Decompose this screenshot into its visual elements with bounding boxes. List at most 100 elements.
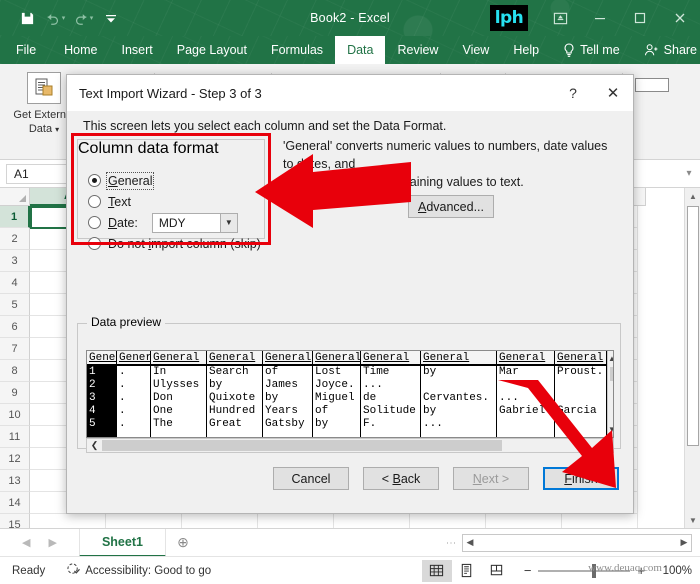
previous-sheet-icon[interactable]: ◀ bbox=[22, 536, 30, 549]
preview-column-header-6[interactable]: General bbox=[361, 351, 421, 364]
worksheet-horizontal-scrollbar[interactable]: ◀ ▶ bbox=[462, 533, 692, 552]
tell-me-button[interactable]: Tell me bbox=[551, 36, 632, 64]
select-all-corner[interactable] bbox=[0, 188, 30, 206]
preview-column-header-7[interactable]: General bbox=[421, 351, 497, 364]
row-header-6[interactable]: 6 bbox=[0, 316, 30, 338]
preview-vertical-thumb[interactable] bbox=[610, 367, 613, 381]
zoom-slider[interactable] bbox=[538, 563, 631, 578]
cell-A15[interactable] bbox=[30, 514, 106, 528]
customize-qat-icon[interactable] bbox=[98, 5, 124, 31]
scroll-right-icon[interactable]: ▶ bbox=[677, 535, 691, 551]
row-header-5[interactable]: 5 bbox=[0, 294, 30, 316]
preview-column-3[interactable]: Search by Quixote Hundred Great bbox=[207, 366, 263, 437]
scroll-down-icon[interactable]: ▼ bbox=[685, 512, 700, 528]
row-header-8[interactable]: 8 bbox=[0, 360, 30, 382]
ribbon-command-7[interactable] bbox=[629, 72, 681, 94]
ribbon-tab-formulas[interactable]: Formulas bbox=[259, 36, 335, 64]
cell-D15[interactable] bbox=[258, 514, 334, 528]
add-sheet-icon[interactable]: ⊕ bbox=[166, 534, 200, 551]
dialog-help-icon[interactable]: ? bbox=[553, 75, 593, 111]
ribbon-tab-insert[interactable]: Insert bbox=[110, 36, 165, 64]
preview-column-0[interactable]: 12345 bbox=[87, 366, 117, 437]
row-header-10[interactable]: 10 bbox=[0, 404, 30, 426]
tab-split-handle[interactable]: ⋮ bbox=[445, 538, 456, 548]
redo-icon[interactable]: ▾ bbox=[70, 5, 96, 31]
preview-column-header-9[interactable]: General bbox=[555, 351, 607, 364]
radio-date-icon[interactable] bbox=[88, 216, 101, 229]
worksheet-row[interactable] bbox=[30, 514, 638, 528]
ribbon-display-options-icon[interactable] bbox=[540, 0, 580, 36]
cancel-button[interactable]: Cancel bbox=[273, 467, 349, 490]
row-header-12[interactable]: 12 bbox=[0, 448, 30, 470]
preview-column-header-0[interactable]: General bbox=[87, 351, 117, 364]
radio-option-text[interactable]: Text bbox=[78, 191, 264, 212]
scroll-up-icon[interactable]: ▲ bbox=[685, 188, 700, 204]
accessibility-status[interactable]: Accessibility: Good to go bbox=[67, 562, 211, 579]
ribbon-tab-data[interactable]: Data bbox=[335, 36, 386, 64]
ribbon-tab-home[interactable]: Home bbox=[52, 36, 109, 64]
data-preview-rows[interactable]: 1 2 3 4 5..... In Ulysses Don One The Search by Quix… bbox=[87, 366, 607, 437]
preview-column-5[interactable]: Lost Joyce. Miguel of by bbox=[313, 366, 361, 437]
preview-column-header-3[interactable]: General bbox=[207, 351, 263, 364]
quick-access-toolbar[interactable]: ▾ ▾ bbox=[0, 5, 124, 31]
minimize-button[interactable] bbox=[580, 0, 620, 36]
cell-H15[interactable] bbox=[562, 514, 638, 528]
get-external-data-icon[interactable] bbox=[27, 72, 61, 104]
row-header-11[interactable]: 11 bbox=[0, 426, 30, 448]
radio-option-general[interactable]: General bbox=[78, 170, 264, 191]
zoom-out-icon[interactable]: − bbox=[524, 563, 532, 578]
radio-option-skip[interactable]: Do not import column (skip) bbox=[78, 233, 264, 254]
zoom-in-icon[interactable]: + bbox=[637, 563, 645, 578]
ribbon-tab-help[interactable]: Help bbox=[501, 36, 551, 64]
zoom-percentage[interactable]: 100% bbox=[652, 565, 692, 577]
radio-option-date[interactable]: Date: MDY ▼ bbox=[78, 212, 264, 233]
row-header-4[interactable]: 4 bbox=[0, 272, 30, 294]
row-header-13[interactable]: 13 bbox=[0, 470, 30, 492]
chevron-down-icon[interactable]: ▾ bbox=[55, 125, 59, 134]
back-button[interactable]: < Back bbox=[363, 467, 439, 490]
preview-column-7[interactable]: by Cervantes. by... bbox=[421, 366, 497, 437]
preview-column-2[interactable]: In Ulysses Don One The bbox=[151, 366, 207, 437]
expand-formula-bar-icon[interactable]: ▾ bbox=[678, 168, 700, 179]
preview-scroll-right-icon[interactable]: ❯ bbox=[598, 439, 613, 452]
row-header-14[interactable]: 14 bbox=[0, 492, 30, 514]
sheet-nav-arrows[interactable]: ◀ ▶ bbox=[0, 536, 79, 549]
row-header-7[interactable]: 7 bbox=[0, 338, 30, 360]
ribbon-tab-file[interactable]: File bbox=[0, 36, 52, 64]
radio-skip-icon[interactable] bbox=[88, 237, 101, 250]
ribbon-tab-view[interactable]: View bbox=[450, 36, 501, 64]
preview-horizontal-thumb[interactable] bbox=[102, 440, 502, 451]
vertical-scroll-thumb[interactable] bbox=[687, 206, 699, 446]
zoom-control[interactable]: − + 100% bbox=[524, 563, 692, 578]
radio-text-icon[interactable] bbox=[88, 195, 101, 208]
preview-column-1[interactable]: ..... bbox=[117, 366, 151, 437]
cell-G15[interactable] bbox=[486, 514, 562, 528]
normal-view-icon[interactable] bbox=[421, 559, 452, 582]
preview-column-header-8[interactable]: General bbox=[497, 351, 555, 364]
radio-general-icon[interactable] bbox=[88, 174, 101, 187]
page-layout-view-icon[interactable] bbox=[452, 560, 482, 582]
date-format-select[interactable]: MDY ▼ bbox=[151, 212, 238, 233]
advanced-button[interactable]: Advanced... bbox=[408, 195, 494, 218]
preview-scroll-up-icon[interactable]: ▲ bbox=[608, 351, 613, 366]
row-header-15[interactable]: 15 bbox=[0, 514, 30, 528]
row-header-3[interactable]: 3 bbox=[0, 250, 30, 272]
scroll-left-icon[interactable]: ◀ bbox=[463, 535, 477, 551]
data-preview-table-container[interactable]: GeneralGeneralGeneralGeneralGeneralGener… bbox=[86, 350, 614, 438]
preview-column-6[interactable]: Time... de Solitude F. bbox=[361, 366, 421, 437]
data-preview-vertical-scrollbar[interactable]: ▲ ▼ bbox=[607, 351, 613, 437]
share-button[interactable]: Share bbox=[632, 36, 700, 64]
preview-column-header-4[interactable]: General bbox=[263, 351, 313, 364]
page-break-preview-icon[interactable] bbox=[482, 560, 512, 582]
date-format-chevron-down-icon[interactable]: ▼ bbox=[219, 213, 237, 232]
close-button[interactable] bbox=[660, 0, 700, 36]
preview-column-8[interactable]: Mar... Gabriel bbox=[497, 366, 555, 437]
finish-button[interactable]: Finish bbox=[543, 467, 619, 490]
preview-column-header-1[interactable]: General bbox=[117, 351, 151, 364]
preview-scroll-down-icon[interactable]: ▼ bbox=[608, 422, 613, 437]
data-preview-horizontal-scrollbar[interactable]: ❮ ❯ bbox=[86, 438, 614, 453]
row-header-1[interactable]: 1 bbox=[0, 206, 30, 228]
data-preview-table[interactable]: GeneralGeneralGeneralGeneralGeneralGener… bbox=[87, 351, 607, 437]
undo-icon[interactable]: ▾ bbox=[42, 5, 68, 31]
preview-scroll-left-icon[interactable]: ❮ bbox=[87, 439, 102, 452]
